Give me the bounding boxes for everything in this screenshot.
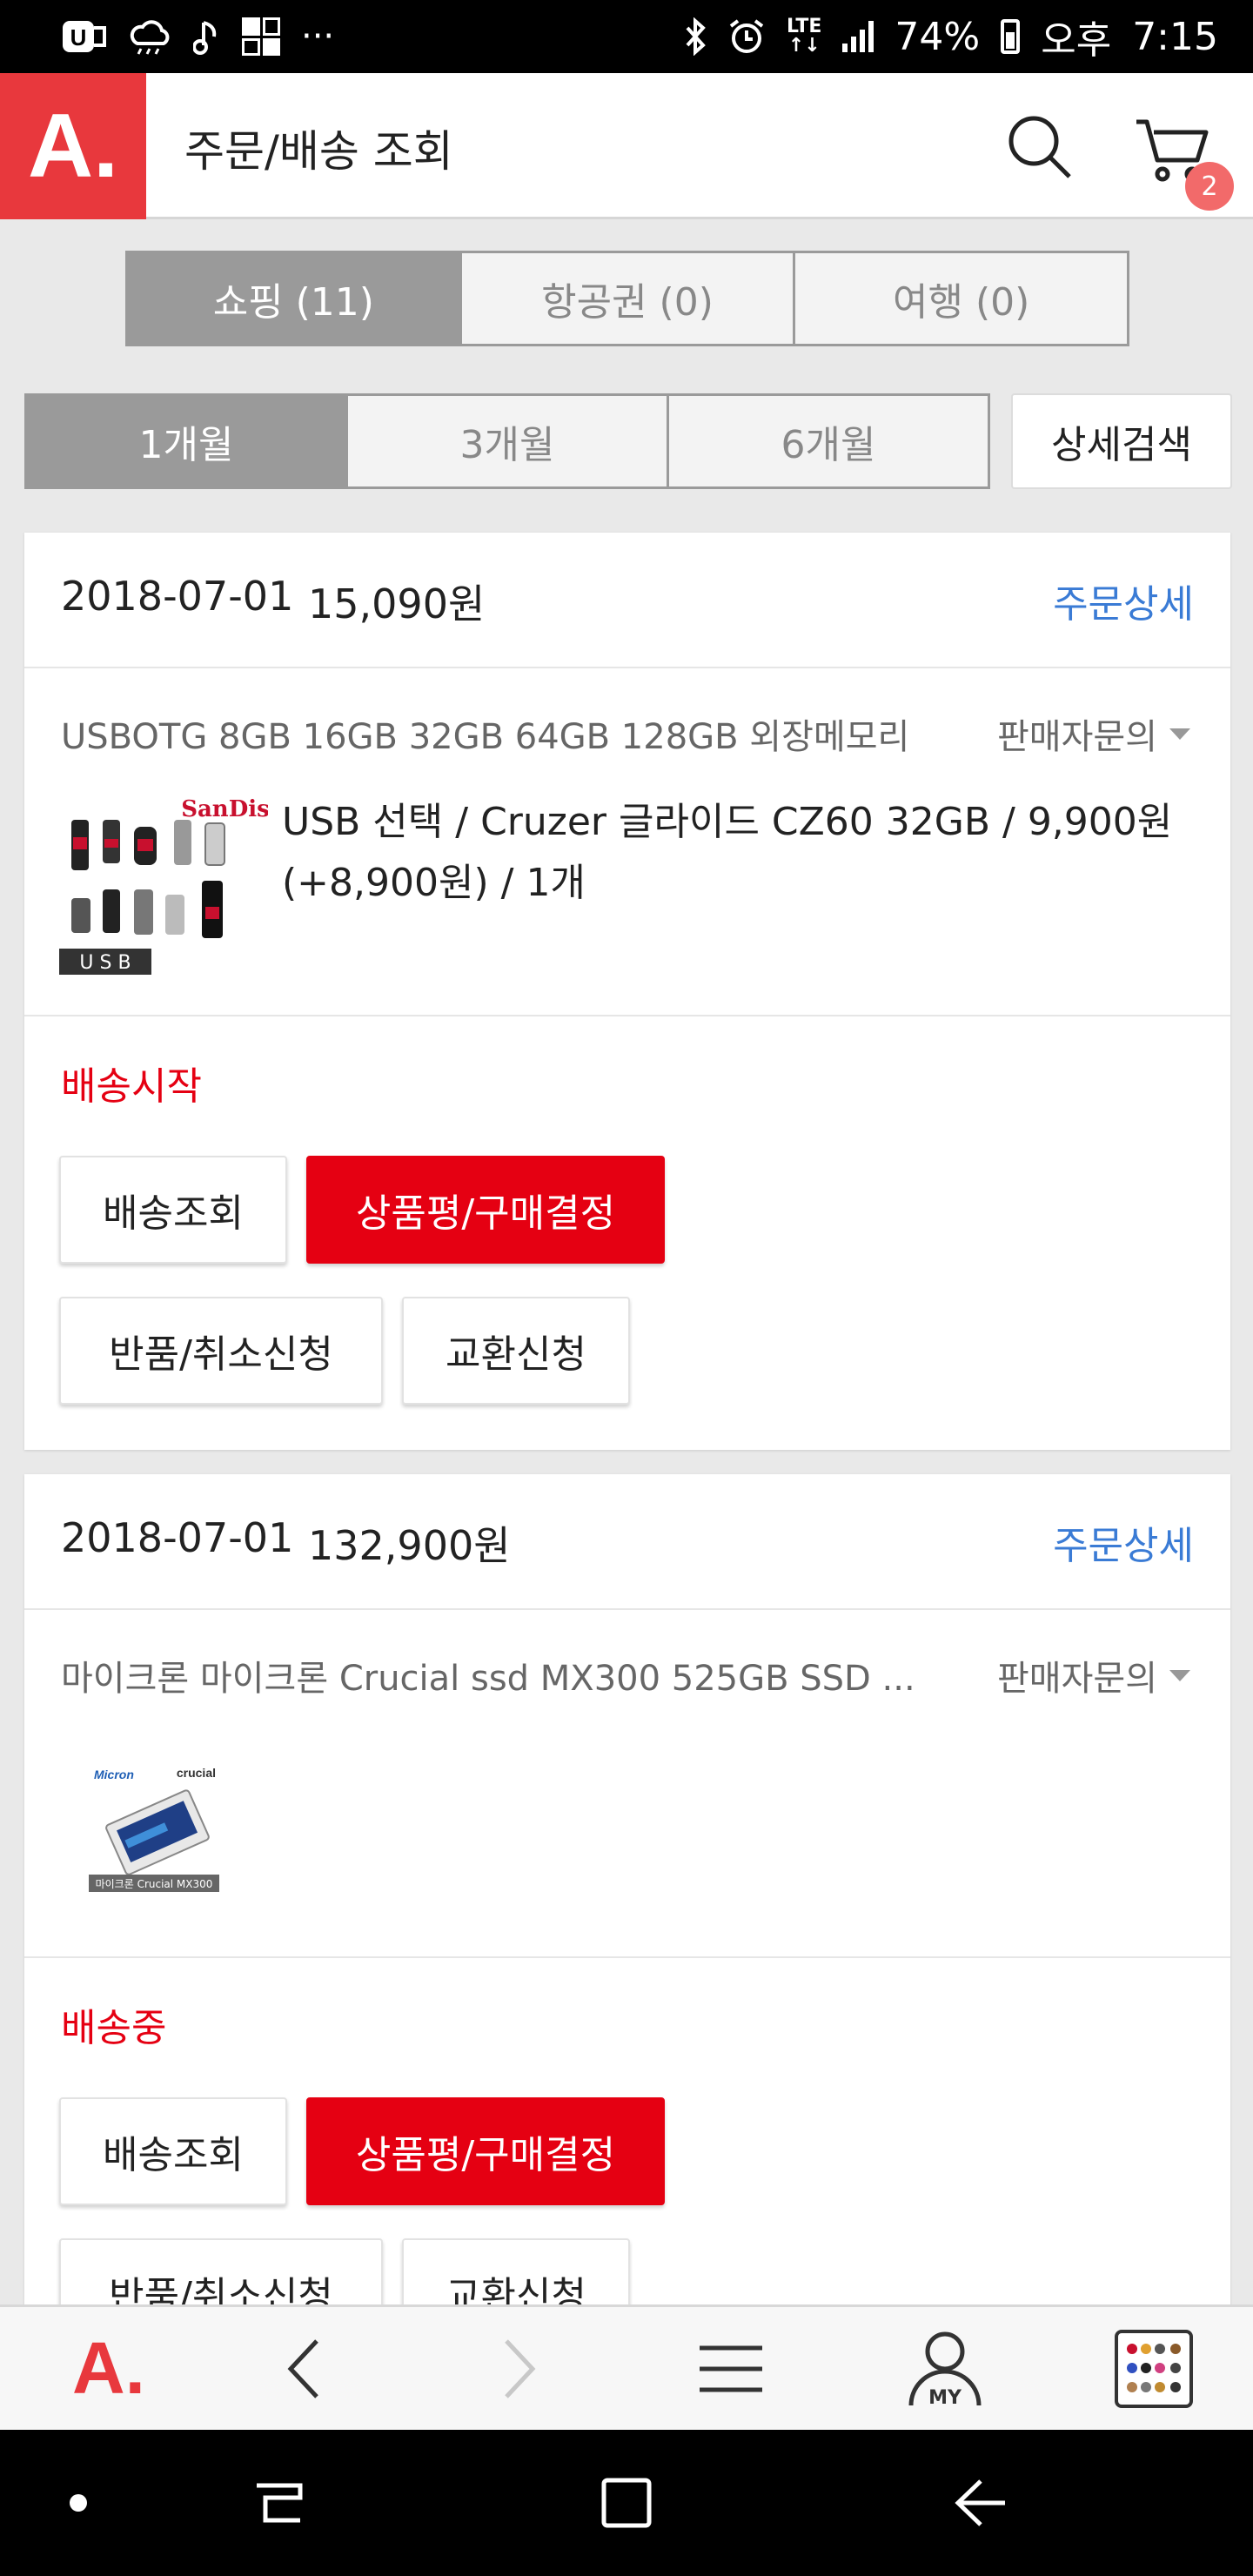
recent-apps-button[interactable] <box>235 2430 322 2576</box>
tab-flights[interactable]: 항공권 (0) <box>462 253 796 344</box>
seller-inquiry-label: 판매자문의 <box>997 717 1157 757</box>
order-card: 2018-07-01 132,900원 주문상세 마이크론 마이크론 Cruci… <box>24 1474 1230 2346</box>
caret-down-icon <box>1169 728 1190 740</box>
track-delivery-button[interactable]: 배송조회 <box>59 2097 287 2205</box>
category-tabs: 쇼핑 (11) 항공권 (0) 여행 (0) <box>125 251 1129 346</box>
home-logo[interactable]: A. <box>0 73 146 219</box>
seller-inquiry-button[interactable]: 판매자문의 <box>997 1650 1190 1701</box>
app-header: A. 주문/배송 조회 2 <box>0 73 1253 219</box>
return-cancel-button[interactable]: 반품/취소신청 <box>59 1297 383 1405</box>
cart-count-badge: 2 <box>1185 162 1234 211</box>
back-button[interactable] <box>261 2307 348 2430</box>
page-title: 주문/배송 조회 <box>184 126 453 177</box>
recents-icon <box>257 2483 303 2523</box>
svg-text:U: U <box>70 24 87 50</box>
product-option: USB 선택 / Cruzer 글라이드 CZ60 32GB / 9,900원 … <box>282 800 1173 905</box>
delivery-status: 배송시작 <box>61 1064 202 1109</box>
recent-items-thumbnail-icon <box>1115 2329 1193 2408</box>
bottom-logo-letter: A <box>71 2327 125 2409</box>
order-detail-link[interactable]: 주문상세 <box>1053 1514 1194 1570</box>
status-bar: U ··· LTE ↑↓ 74% 오후 7:15 <box>0 0 1253 73</box>
period-tabs: 1개월 3개월 6개월 <box>24 393 990 489</box>
logo-dot: . <box>93 95 118 197</box>
chevron-right-icon <box>505 2338 536 2398</box>
order-header: 2018-07-01 132,900원 주문상세 <box>24 1474 1230 1610</box>
order-total: 132,900원 <box>308 1522 511 1569</box>
bluetooth-icon <box>684 17 707 56</box>
alarm-icon <box>727 17 766 56</box>
status-bar-right: LTE ↑↓ 74% 오후 7:15 <box>684 9 1218 64</box>
network-type-label: LTE <box>787 16 822 37</box>
order-date: 2018-07-01 <box>61 573 294 620</box>
logo-letter: A <box>27 95 94 197</box>
ssd-product-image: Micron crucial 마이크론 Crucial MX300 <box>89 1766 219 1892</box>
track-delivery-button[interactable]: 배송조회 <box>59 1156 287 1264</box>
home-button[interactable] <box>583 2430 670 2576</box>
notification-flag-icon <box>242 17 280 56</box>
review-confirm-button[interactable]: 상품평/구매결정 <box>306 2097 665 2205</box>
menu-button[interactable] <box>687 2307 774 2430</box>
signal-icon <box>842 21 874 52</box>
battery-percent: 74% <box>895 14 981 59</box>
home-dot-button[interactable] <box>52 2430 104 2576</box>
tab-3-months[interactable]: 3개월 <box>348 396 669 486</box>
tab-travel[interactable]: 여행 (0) <box>795 253 1127 344</box>
product-name[interactable]: USBOTG 8GB 16GB 32GB 64GB 128GB 외장메모리 <box>61 708 948 759</box>
weather-icon <box>129 17 172 56</box>
order-date: 2018-07-01 <box>61 1514 294 1561</box>
review-confirm-button[interactable]: 상품평/구매결정 <box>306 1156 665 1264</box>
product-thumbnail[interactable]: SanDisk U S B <box>59 794 286 978</box>
home-square-icon <box>601 2478 652 2528</box>
product-thumbnail[interactable]: Micron crucial 마이크론 Crucial MX300 <box>89 1761 219 1892</box>
more-notifications: ··· <box>301 17 335 57</box>
back-arrow-icon <box>955 2479 1005 2526</box>
search-button[interactable] <box>1001 108 1079 186</box>
seller-inquiry-button[interactable]: 판매자문의 <box>997 708 1190 759</box>
battery-icon <box>1001 19 1021 54</box>
divider <box>24 1015 1230 1016</box>
forward-button[interactable] <box>475 2307 562 2430</box>
chevron-left-icon <box>287 2338 318 2398</box>
order-detail-link[interactable]: 주문상세 <box>1053 573 1194 628</box>
time: 7:15 <box>1132 14 1218 59</box>
bottom-navigation: A. MY <box>0 2304 1253 2430</box>
my-page-button[interactable]: MY <box>901 2307 988 2430</box>
caret-down-icon <box>1169 1669 1190 1681</box>
dot-icon <box>70 2494 87 2512</box>
bottom-logo: A. <box>71 2327 145 2409</box>
tab-shopping[interactable]: 쇼핑 (11) <box>128 253 462 344</box>
system-navigation-bar <box>0 2430 1253 2576</box>
delivery-status: 배송중 <box>61 2006 167 2050</box>
tab-1-month[interactable]: 1개월 <box>27 396 348 486</box>
music-note-icon <box>193 17 221 56</box>
my-label: MY <box>928 2387 962 2409</box>
status-bar-left: U ··· <box>61 17 334 57</box>
home-logo-button[interactable]: A. <box>44 2307 174 2430</box>
exchange-button[interactable]: 교환신청 <box>402 1297 630 1405</box>
image-brand-right-text: crucial <box>177 1766 216 1780</box>
system-back-button[interactable] <box>936 2430 1023 2576</box>
app-u-icon: U <box>61 17 108 56</box>
recent-viewed-button[interactable] <box>1110 2307 1197 2430</box>
divider <box>24 1956 1230 1958</box>
hamburger-menu-icon <box>700 2345 762 2392</box>
network-type: LTE ↑↓ <box>787 16 822 57</box>
order-total: 15,090원 <box>308 580 486 627</box>
usb-product-image: SanDisk U S B <box>59 796 286 975</box>
search-icon <box>1008 116 1071 178</box>
image-brand-text: SanDisk <box>181 796 268 822</box>
seller-inquiry-label: 판매자문의 <box>997 1659 1157 1699</box>
tab-6-months[interactable]: 6개월 <box>669 396 988 486</box>
order-card: 2018-07-01 15,090원 주문상세 USBOTG 8GB 16GB … <box>24 533 1230 1450</box>
image-brand-left-text: Micron <box>94 1768 134 1781</box>
image-caption-text: 마이크론 Crucial MX300 <box>96 1878 213 1890</box>
order-header: 2018-07-01 15,090원 주문상세 <box>24 533 1230 668</box>
image-caption-text: U S B <box>79 952 131 974</box>
time-ampm: 오후 <box>1041 18 1112 63</box>
product-name[interactable]: 마이크론 마이크론 Crucial ssd MX300 525GB SSD ..… <box>61 1650 957 1701</box>
detail-search-button[interactable]: 상세검색 <box>1011 393 1232 489</box>
